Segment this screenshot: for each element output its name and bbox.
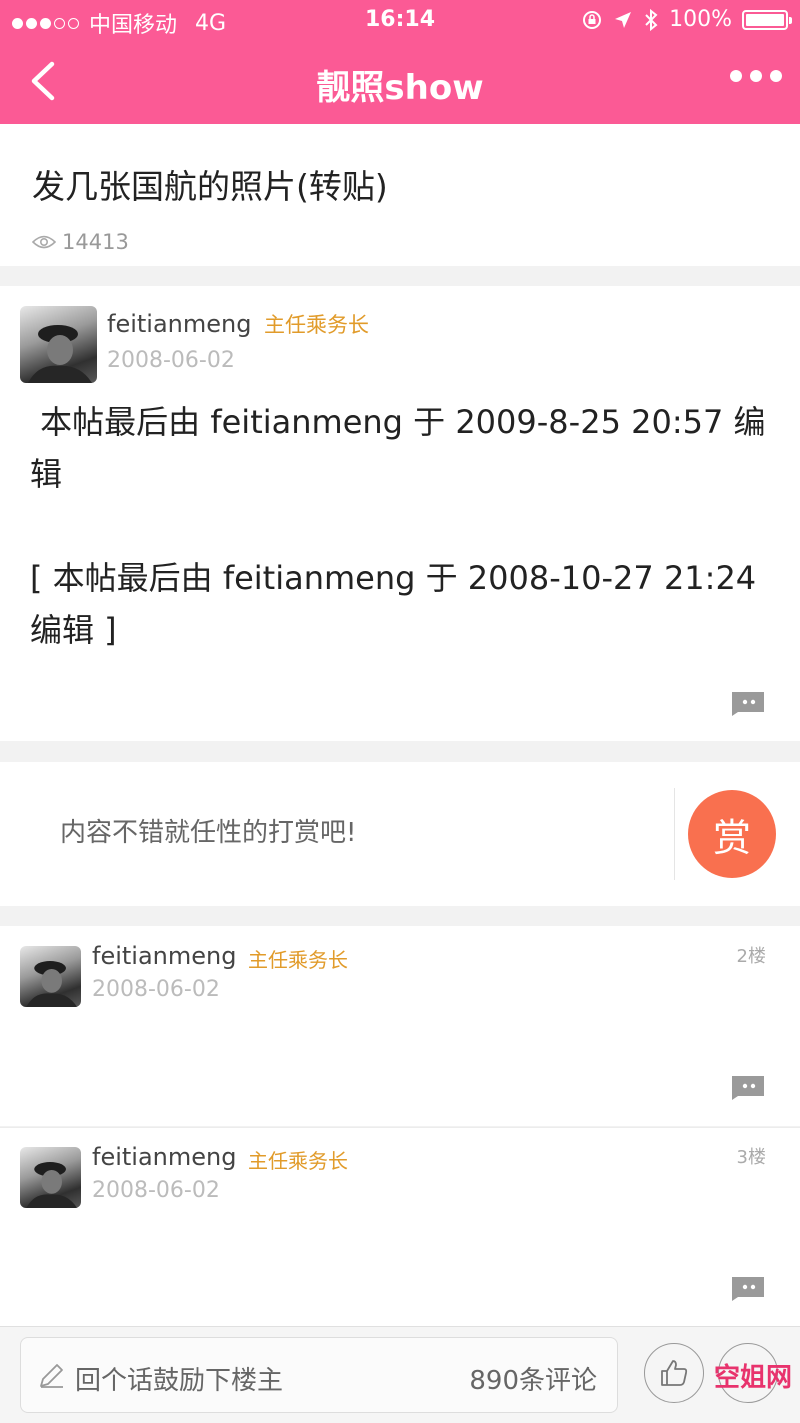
thumbs-up-icon bbox=[661, 1360, 688, 1386]
bottom-bar: 回个话鼓励下楼主 890条评论 空姐网 bbox=[0, 1326, 800, 1423]
view-count: 14413 bbox=[32, 230, 129, 254]
avatar[interactable] bbox=[20, 1147, 81, 1208]
avatar[interactable] bbox=[20, 946, 81, 1007]
author-rank: 主任乘务长 bbox=[264, 313, 369, 337]
reward-button[interactable]: 赏 bbox=[688, 790, 776, 878]
reward-divider bbox=[674, 788, 675, 880]
location-arrow-icon bbox=[615, 11, 632, 28]
reward-section: 内容不错就任性的打赏吧! 赏 bbox=[0, 762, 800, 906]
orientation-lock-icon bbox=[583, 10, 602, 29]
reply-floor: feitianmeng 主任乘务长 2008-06-02 2楼 bbox=[0, 926, 800, 1126]
post-date: 2008-06-02 bbox=[107, 348, 235, 373]
reply-floor: feitianmeng 主任乘务长 2008-06-02 3楼 bbox=[0, 1127, 800, 1327]
more-options-icon[interactable] bbox=[730, 70, 782, 82]
watermark-logo: 空姐网 bbox=[714, 1363, 793, 1393]
view-count-value: 14413 bbox=[62, 230, 129, 254]
comment-icon[interactable] bbox=[728, 1072, 768, 1100]
comment-icon[interactable] bbox=[728, 688, 768, 716]
post-title: 发几张国航的照片(转贴) bbox=[32, 167, 388, 206]
nav-title: 靓照show bbox=[316, 68, 484, 108]
reply-input[interactable]: 回个话鼓励下楼主 890条评论 bbox=[20, 1337, 618, 1413]
reply-placeholder: 回个话鼓励下楼主 bbox=[75, 1366, 284, 1396]
eye-icon bbox=[32, 235, 56, 249]
bluetooth-icon bbox=[645, 8, 658, 31]
post-header: 发几张国航的照片(转贴) 14413 bbox=[0, 124, 800, 266]
post-body: 本帖最后由 feitianmeng 于 2009-8-25 20:57 编辑 [… bbox=[30, 403, 766, 649]
author-name[interactable]: feitianmeng bbox=[92, 942, 236, 970]
main-post: feitianmeng 主任乘务长 2008-06-02 本帖最后由 feiti… bbox=[0, 286, 800, 741]
pencil-icon bbox=[40, 1364, 63, 1388]
floor-number: 2楼 bbox=[736, 946, 766, 967]
comment-count[interactable]: 890条评论 bbox=[469, 1360, 597, 1397]
battery-percent: 100% bbox=[669, 7, 732, 32]
author-name[interactable]: feitianmeng bbox=[107, 310, 251, 338]
author-rank: 主任乘务长 bbox=[248, 1149, 348, 1173]
post-date: 2008-06-02 bbox=[92, 977, 220, 1002]
comment-icon[interactable] bbox=[728, 1273, 768, 1301]
author-rank: 主任乘务长 bbox=[248, 948, 348, 972]
nav-bar: 靓照show bbox=[0, 40, 800, 124]
avatar[interactable] bbox=[20, 306, 97, 383]
status-right: 100% bbox=[581, 7, 792, 32]
like-button[interactable] bbox=[644, 1343, 704, 1403]
author-name[interactable]: feitianmeng bbox=[92, 1143, 236, 1171]
battery-icon bbox=[742, 9, 792, 30]
post-date: 2008-06-02 bbox=[92, 1178, 220, 1203]
reward-prompt: 内容不错就任性的打赏吧! bbox=[60, 818, 357, 848]
status-bar: 中国移动 4G 16:14 100% bbox=[0, 0, 800, 40]
floor-number: 3楼 bbox=[736, 1147, 766, 1168]
